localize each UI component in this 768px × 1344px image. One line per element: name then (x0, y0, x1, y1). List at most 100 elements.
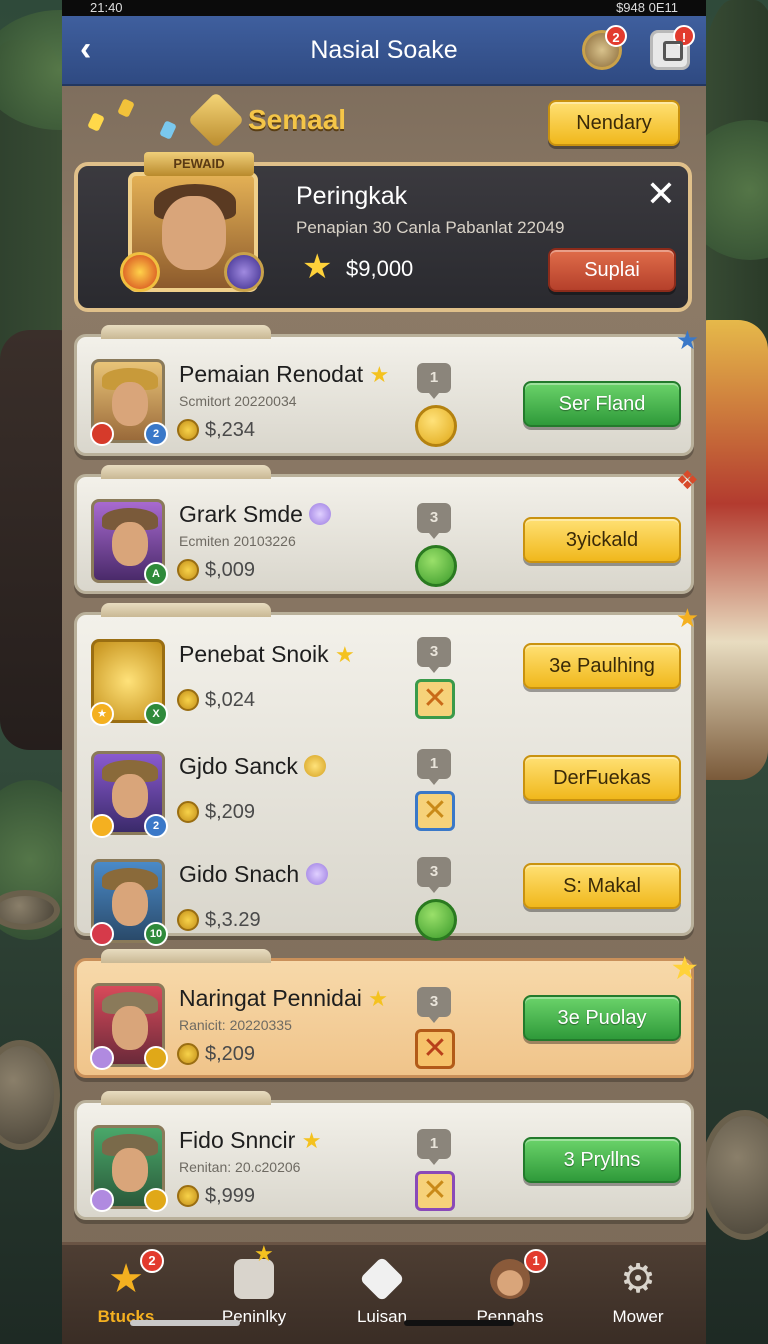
coin-badge-icon (144, 1188, 168, 1212)
list-item[interactable]: Fido Snncir ★ Renitan: 20.c20206 $,999 1… (77, 1107, 697, 1217)
feature-amount: $9,000 (346, 256, 414, 281)
gem-icon (87, 112, 105, 132)
player-name-row: Gjdo Sanck (179, 753, 327, 780)
rank-tag: 1 (417, 363, 451, 399)
rank-tag: 1 (417, 1129, 451, 1165)
nav-item-peninlky[interactable]: ★ Peninlky (190, 1241, 318, 1344)
player-subtitle: Ranicit: 20220335 (179, 1017, 292, 1033)
player-name: Fido Snncir (179, 1127, 296, 1153)
rank-tag: 3 (417, 987, 451, 1023)
row-action-button[interactable]: 3e Paulhing (523, 643, 681, 689)
nav-item-pennahs[interactable]: 1 Pennahs (446, 1245, 574, 1344)
rank-badge-icon: A (144, 562, 168, 586)
feature-title: Peringkak (296, 182, 408, 210)
player-name-row: Grark Smde (179, 501, 332, 528)
background-character-right (698, 320, 768, 780)
share-button[interactable]: ! (650, 25, 695, 70)
coin-icon (177, 1185, 199, 1207)
row-action-button[interactable]: 3 Pryllns (523, 1137, 681, 1183)
player-name-row: Fido Snncir ★ (179, 1127, 321, 1154)
coin-badge-icon (90, 814, 114, 838)
background-coin (700, 1110, 768, 1240)
player-amount: $,009 (205, 559, 256, 581)
row-action-button[interactable]: S: Makal (523, 863, 681, 909)
status-right: $948 0E11 (616, 0, 678, 15)
gem-badge-icon (90, 1046, 114, 1070)
top-bar: ‹ Nasial Soake 2 ! (62, 16, 706, 86)
player-amount: $,3.29 (205, 909, 261, 931)
list-item[interactable]: 2 Pemaian Renodat ★ Scmitort 20220034 $,… (77, 341, 697, 451)
coin-badge-icon (144, 1046, 168, 1070)
featured-card: PEWAID Peringkak Penapian 30 Canla Paban… (74, 152, 692, 312)
player-name: Pemaian Renodat (179, 361, 364, 387)
row-action-button[interactable]: DerFuekas (523, 755, 681, 801)
row-action-button[interactable]: 3yickald (523, 517, 681, 563)
crossed-swords-icon: ✕ (415, 1029, 455, 1069)
rank-tag: 1 (417, 749, 451, 785)
list-item[interactable]: ★ X Penebat Snoik ★ $,024 3 ✕ 3e Paulhin… (77, 621, 697, 731)
rank-badge-icon: 2 (144, 422, 168, 446)
ranking-card-highlighted: ★ Naringat Pennidai ★ Ranicit: 20220335 … (74, 949, 699, 1078)
compass-button[interactable]: 2 (582, 25, 627, 70)
card-tab (101, 325, 271, 339)
crossed-swords-icon: ✕ (415, 791, 455, 831)
hero-face (162, 196, 226, 270)
ranking-card: ★ 2 Pemaian Renodat ★ Scmitort 20220034 … (74, 325, 699, 456)
nav-label: Mower (612, 1307, 664, 1326)
ranking-card: ❖ A Grark Smde Ecmiten 20103226 $,009 3 … (74, 465, 699, 594)
portrait-ribbon: PEWAID (144, 152, 254, 176)
player-amount: $,234 (205, 419, 256, 441)
coin-icon (120, 252, 160, 292)
player-name: Gido Snach (179, 861, 300, 887)
gem-badge-icon (90, 1188, 114, 1212)
coin-icon (177, 1043, 199, 1065)
ranking-card: Fido Snncir ★ Renitan: 20.c20206 $,999 1… (74, 1091, 697, 1220)
player-name: Penebat Snoik (179, 641, 329, 667)
player-name: Gjdo Sanck (179, 753, 298, 779)
card-tab (101, 603, 271, 617)
avatar: A (91, 499, 168, 586)
rank-tag: 3 (417, 857, 451, 893)
home-indicator (404, 1320, 514, 1326)
player-name: Grark Smde (179, 501, 303, 527)
star-icon: ★ (302, 248, 333, 286)
nav-item-btucks[interactable]: ★ 2 Btucks (62, 1245, 190, 1344)
rank-tag: 3 (417, 503, 451, 539)
gold-medal-icon (415, 405, 457, 447)
player-subtitle: Ecmiten 20103226 (179, 533, 296, 549)
coin-icon (177, 689, 199, 711)
status-time: 21:40 (90, 0, 123, 15)
purple-gem-icon (305, 863, 328, 885)
list-item[interactable]: Naringat Pennidai ★ Ranicit: 20220335 $,… (77, 965, 697, 1075)
coin-icon (177, 909, 199, 931)
background-coin (0, 1040, 60, 1150)
avatar: 10 (90, 859, 168, 946)
flower-badge-icon (90, 922, 114, 946)
rank-badge-icon: 10 (144, 922, 168, 946)
gold-swirl-icon (304, 755, 327, 777)
nav-item-luisan[interactable]: Luisan (318, 1245, 446, 1344)
star-icon: ★ (335, 642, 355, 667)
row-action-button[interactable]: Ser Fland (523, 381, 681, 427)
rank-badge-icon: 2 (144, 814, 168, 838)
player-name-row: Gido Snach (179, 861, 328, 888)
orb-icon (224, 252, 264, 292)
star-icon: ★ (368, 986, 388, 1011)
ranking-card-group: ★ ★ X Penebat Snoik ★ $,024 3 ✕ 3e Paulh… (74, 603, 699, 946)
player-subtitle: Renitan: 20.c20206 (179, 1159, 301, 1175)
coin-icon (177, 801, 199, 823)
list-item[interactable]: 2 Gjdo Sanck $,209 1 ✕ DerFuekas (77, 733, 697, 843)
section-title: Semaal (248, 104, 347, 135)
avatar: 2 (90, 359, 168, 446)
gear-icon: ⚙ (620, 1257, 656, 1301)
avatar-face (112, 1148, 148, 1192)
nendary-button[interactable]: Nendary (548, 100, 680, 146)
suplai-button[interactable]: Suplai (548, 248, 676, 292)
nav-badge: 1 (524, 1249, 548, 1273)
nav-item-mower[interactable]: ⚙ Mower (574, 1245, 702, 1344)
list-item[interactable]: A Grark Smde Ecmiten 20103226 $,009 3 3y… (77, 481, 697, 591)
star-icon: ★ (254, 1241, 274, 1266)
list-item[interactable]: 10 Gido Snach $,3.29 3 S: Makal (77, 841, 697, 951)
row-action-button[interactable]: 3e Puolay (523, 995, 681, 1041)
close-icon[interactable]: ✕ (646, 176, 676, 212)
